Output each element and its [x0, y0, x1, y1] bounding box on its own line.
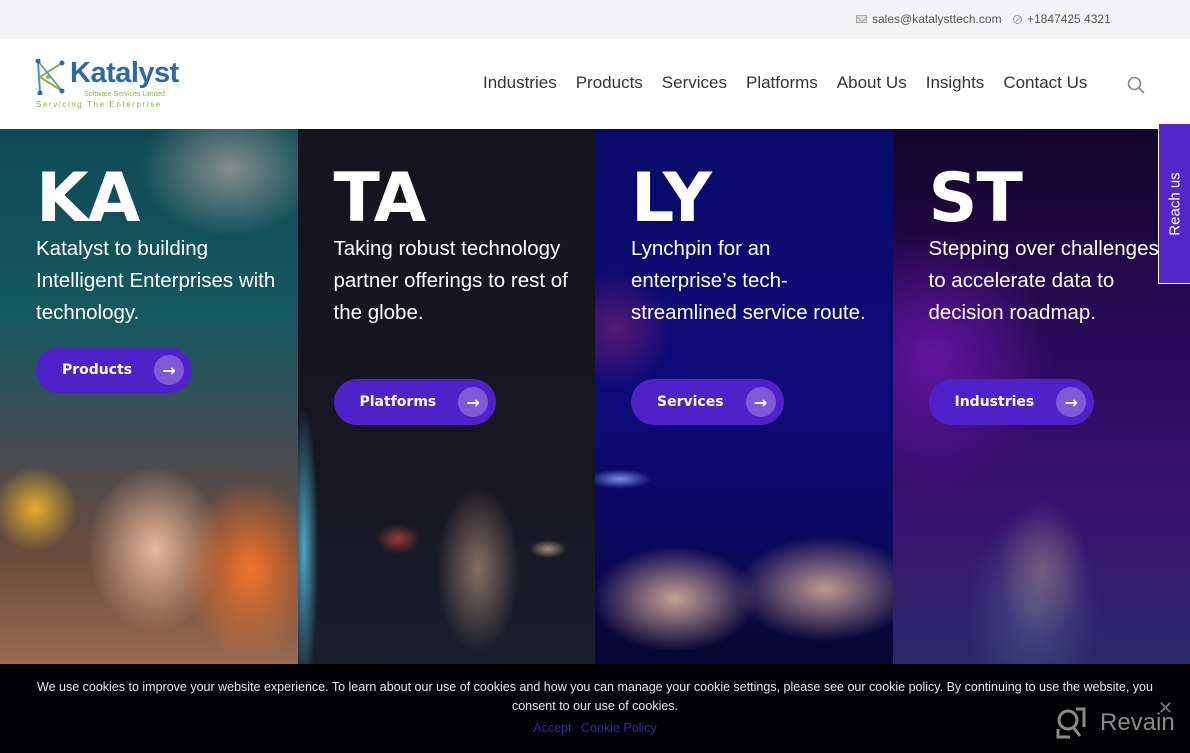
- mail-icon: [856, 15, 867, 23]
- cookie-actions: Accept Cookie Policy: [0, 721, 1190, 735]
- revain-watermark: Revain: [1056, 707, 1175, 739]
- hero-section: KA Katalyst to building Intelligent Ente…: [0, 129, 1190, 664]
- hero-panel-ka: KA Katalyst to building Intelligent Ente…: [0, 129, 298, 664]
- arrow-right-icon: →: [745, 387, 776, 417]
- panel-letters: LY: [631, 159, 712, 238]
- nav-services[interactable]: Services: [662, 73, 727, 93]
- arrow-right-icon: →: [458, 387, 489, 417]
- button-label: Products: [62, 362, 133, 378]
- phone-text: +1847425 4321: [1027, 12, 1111, 26]
- main-nav: Industries Products Services Platforms A…: [483, 73, 1106, 93]
- phone-icon: [1013, 14, 1022, 24]
- products-button[interactable]: Products →: [36, 347, 193, 393]
- logo-subtitle: Software Services Limited: [84, 91, 165, 98]
- reach-us-label: Reach us: [1166, 171, 1183, 236]
- revain-text: Revain: [1100, 709, 1175, 736]
- nav-about-us[interactable]: About Us: [837, 73, 907, 93]
- phone-link[interactable]: +1847425 4321: [1013, 12, 1111, 26]
- button-label: Services: [657, 394, 724, 410]
- panel-letters: KA: [36, 159, 140, 238]
- revain-logo-icon: [1056, 707, 1086, 739]
- katalyst-logo[interactable]: Katalyst Software Services Limited Servi…: [34, 57, 179, 113]
- services-button[interactable]: Services →: [631, 379, 784, 425]
- nav-industries[interactable]: Industries: [483, 73, 557, 93]
- email-text: sales@katalysttech.com: [872, 12, 1002, 26]
- panel-letters: TA: [333, 159, 427, 238]
- search-icon[interactable]: [1127, 76, 1145, 94]
- nav-products[interactable]: Products: [576, 73, 643, 93]
- logo-mark-icon: [35, 59, 65, 95]
- platforms-button[interactable]: Platforms →: [333, 379, 497, 425]
- site-header: Katalyst Software Services Limited Servi…: [0, 39, 1190, 129]
- panel-description: Taking robust technology partner offerin…: [333, 237, 568, 324]
- hero-panel-ly: LY Lynchpin for an enterprise’s tech-str…: [595, 129, 893, 664]
- panel-description: Lynchpin for an enterprise’s tech-stream…: [631, 237, 866, 324]
- button-label: Industries: [954, 394, 1035, 410]
- accept-cookies-link[interactable]: Accept: [533, 721, 571, 735]
- panel-letters: ST: [928, 159, 1023, 238]
- panel-description: Katalyst to building Intelligent Enterpr…: [36, 237, 276, 324]
- cookie-message: We use cookies to improve your website e…: [37, 680, 1153, 713]
- arrow-right-icon: →: [154, 355, 185, 385]
- hero-panel-ta: TA Taking robust technology partner offe…: [297, 129, 595, 664]
- cookie-banner: We use cookies to improve your website e…: [0, 664, 1190, 753]
- reach-us-tab[interactable]: Reach us: [1158, 124, 1190, 284]
- email-link[interactable]: sales@katalysttech.com: [856, 12, 1002, 26]
- button-label: Platforms: [359, 394, 437, 410]
- panel-description: Stepping over challenges to accelerate d…: [928, 237, 1159, 324]
- top-contact-bar: sales@katalysttech.com +1847425 4321: [0, 0, 1190, 39]
- hero-panel-st: ST Stepping over challenges to accelerat…: [892, 129, 1190, 664]
- nav-platforms[interactable]: Platforms: [746, 73, 818, 93]
- logo-tagline: Servicing The Enterprise: [36, 100, 162, 109]
- logo-wordmark: Katalyst: [70, 57, 179, 89]
- nav-contact-us[interactable]: Contact Us: [1003, 73, 1087, 93]
- arrow-right-icon: →: [1056, 387, 1087, 417]
- nav-insights[interactable]: Insights: [926, 73, 985, 93]
- industries-button[interactable]: Industries →: [928, 379, 1095, 425]
- cookie-policy-link[interactable]: Cookie Policy: [581, 721, 657, 735]
